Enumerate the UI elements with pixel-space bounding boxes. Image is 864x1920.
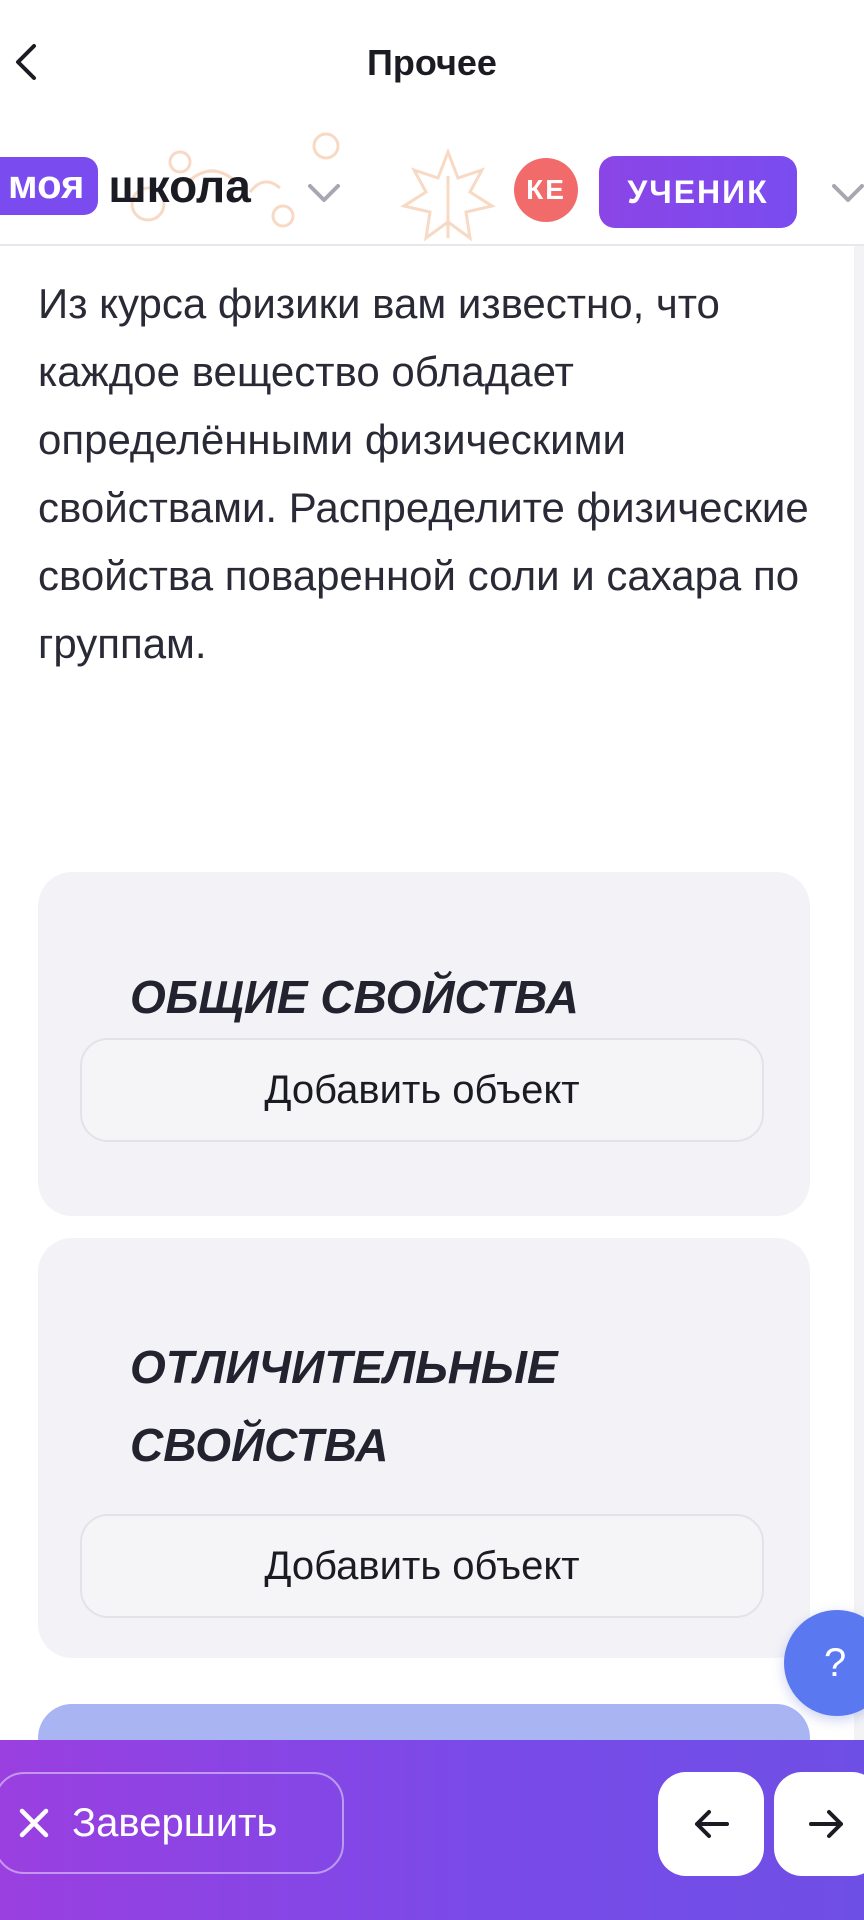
page-title: Прочее <box>367 42 497 83</box>
finish-button-label: Завершить <box>72 1800 278 1845</box>
role-dropdown-button[interactable] <box>828 178 864 208</box>
brand-logo-word: школа <box>108 160 251 212</box>
previous-button[interactable] <box>658 1772 764 1876</box>
chevron-down-icon <box>308 184 340 202</box>
role-button[interactable]: УЧЕНИК <box>599 156 797 228</box>
chevron-down-icon <box>832 184 864 202</box>
task-question: Из курса физики вам известно, что каждое… <box>38 280 809 667</box>
group-title: Общие свойства <box>130 971 579 1023</box>
group-title: Отличительные свойства <box>130 1341 558 1471</box>
brand-logo-pill: моя <box>0 157 99 215</box>
user-avatar[interactable]: КЕ <box>514 158 578 222</box>
scrollbar[interactable] <box>854 246 864 1740</box>
brand-dropdown-button[interactable] <box>304 178 344 208</box>
arrow-right-icon <box>809 1810 843 1838</box>
arrow-left-icon <box>695 1810 729 1838</box>
finish-button[interactable]: Завершить <box>0 1772 344 1874</box>
brand-logo[interactable]: моя школа <box>0 154 251 218</box>
top-bar: Прочее <box>0 0 864 132</box>
drop-group-common[interactable]: Общие свойства Добавить объект <box>38 872 810 1216</box>
add-object-button[interactable]: Добавить объект <box>80 1038 764 1142</box>
add-object-button[interactable]: Добавить объект <box>80 1514 764 1618</box>
close-icon <box>19 1808 49 1838</box>
drop-group-distinctive[interactable]: Отличительные свойства Добавить объект <box>38 1238 810 1658</box>
next-button[interactable] <box>774 1772 864 1876</box>
task-content[interactable]: Из курса физики вам известно, что каждое… <box>0 246 854 1740</box>
next-card-peek <box>38 1704 810 1740</box>
bottom-bar: Завершить <box>0 1740 864 1920</box>
